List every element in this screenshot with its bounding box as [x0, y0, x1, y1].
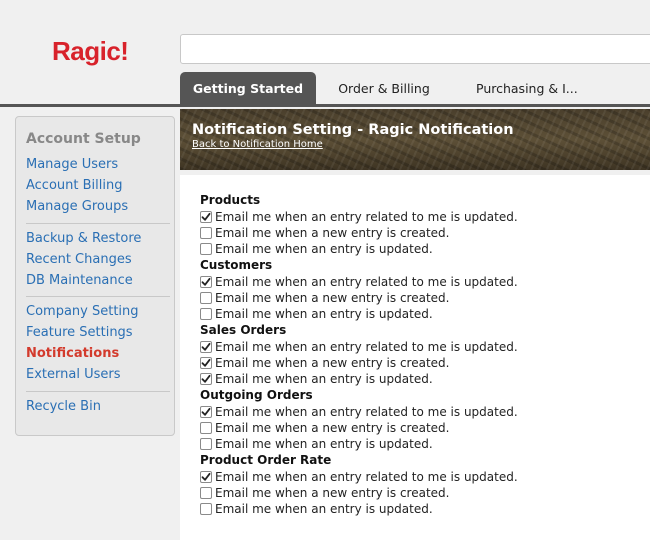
sidebar-item-account-billing[interactable]: Account Billing [26, 178, 122, 193]
top-tabs: Getting Started Order & Billing Purchasi… [180, 72, 578, 105]
notification-option-label: Email me when a new entry is created. [215, 356, 450, 370]
checked-checkbox[interactable] [200, 406, 212, 418]
sidebar-title: Account Setup [26, 131, 141, 147]
unchecked-checkbox[interactable] [200, 503, 212, 515]
section-title-sales-orders: Sales Orders [200, 323, 287, 337]
section-title-products: Products [200, 193, 261, 207]
notification-option[interactable]: Email me when an entry related to me is … [200, 209, 518, 225]
section-title-product-order-rate: Product Order Rate [200, 453, 332, 467]
notification-option[interactable]: Email me when an entry is updated. [200, 306, 433, 322]
tab-order-billing[interactable]: Order & Billing [316, 72, 452, 105]
notification-option[interactable]: Email me when an entry is updated. [200, 241, 433, 257]
notification-settings-panel: Products Email me when an entry related t… [180, 175, 650, 540]
unchecked-checkbox[interactable] [200, 487, 212, 499]
sidebar-item-external-users[interactable]: External Users [26, 367, 120, 382]
notification-option[interactable]: Email me when a new entry is created. [200, 355, 449, 371]
checked-checkbox[interactable] [200, 471, 212, 483]
tab-bar-underline [0, 104, 650, 107]
sidebar-divider [26, 223, 170, 224]
notification-option[interactable]: Email me when an entry is updated. [200, 371, 433, 387]
checked-checkbox[interactable] [200, 276, 212, 288]
page-header-banner: Notification Setting - Ragic Notificatio… [180, 109, 650, 170]
sidebar: Account Setup Manage Users Account Billi… [15, 116, 175, 436]
unchecked-checkbox[interactable] [200, 243, 212, 255]
sidebar-item-notifications[interactable]: Notifications [26, 346, 119, 361]
notification-option[interactable]: Email me when an entry related to me is … [200, 274, 518, 290]
notification-option-label: Email me when an entry related to me is … [215, 340, 518, 354]
unchecked-checkbox[interactable] [200, 438, 212, 450]
notification-option-label: Email me when an entry is updated. [215, 502, 433, 516]
sidebar-divider [26, 391, 170, 392]
checked-checkbox[interactable] [200, 357, 212, 369]
notification-option[interactable]: Email me when an entry is updated. [200, 436, 433, 452]
notification-option[interactable]: Email me when a new entry is created. [200, 225, 449, 241]
page-title: Notification Setting - Ragic Notificatio… [192, 122, 514, 138]
notification-option-label: Email me when an entry related to me is … [215, 405, 518, 419]
tab-getting-started[interactable]: Getting Started [180, 72, 316, 105]
sidebar-item-manage-groups[interactable]: Manage Groups [26, 199, 128, 214]
sidebar-divider [26, 296, 170, 297]
sidebar-item-feature-settings[interactable]: Feature Settings [26, 325, 133, 340]
sidebar-item-manage-users[interactable]: Manage Users [26, 157, 118, 172]
notification-option[interactable]: Email me when an entry related to me is … [200, 404, 518, 420]
notification-option-label: Email me when a new entry is created. [215, 291, 450, 305]
section-title-customers: Customers [200, 258, 273, 272]
notification-option[interactable]: Email me when a new entry is created. [200, 485, 449, 501]
unchecked-checkbox[interactable] [200, 422, 212, 434]
notification-option[interactable]: Email me when a new entry is created. [200, 420, 449, 436]
notification-option[interactable]: Email me when a new entry is created. [200, 290, 449, 306]
unchecked-checkbox[interactable] [200, 292, 212, 304]
notification-option-label: Email me when an entry is updated. [215, 307, 433, 321]
notification-option-label: Email me when an entry is updated. [215, 437, 433, 451]
checked-checkbox[interactable] [200, 341, 212, 353]
unchecked-checkbox[interactable] [200, 308, 212, 320]
notification-option-label: Email me when an entry related to me is … [215, 210, 518, 224]
sidebar-item-db-maintenance[interactable]: DB Maintenance [26, 273, 133, 288]
ragic-logo[interactable]: Ragic! [52, 36, 129, 67]
notification-option[interactable]: Email me when an entry is updated. [200, 501, 433, 517]
sidebar-item-backup-restore[interactable]: Backup & Restore [26, 231, 141, 246]
back-to-notification-home-link[interactable]: Back to Notification Home [192, 139, 323, 150]
sidebar-item-recent-changes[interactable]: Recent Changes [26, 252, 132, 267]
tab-purchasing[interactable]: Purchasing & I... [452, 72, 578, 105]
checked-checkbox[interactable] [200, 211, 212, 223]
notification-option-label: Email me when a new entry is created. [215, 486, 450, 500]
notification-option-label: Email me when a new entry is created. [215, 421, 450, 435]
checked-checkbox[interactable] [200, 373, 212, 385]
sidebar-item-recycle-bin[interactable]: Recycle Bin [26, 399, 101, 414]
notification-option[interactable]: Email me when an entry related to me is … [200, 469, 518, 485]
search-input[interactable] [180, 34, 650, 64]
section-title-outgoing-orders: Outgoing Orders [200, 388, 313, 402]
notification-option-label: Email me when an entry related to me is … [215, 275, 518, 289]
notification-option-label: Email me when an entry is updated. [215, 242, 433, 256]
notification-option[interactable]: Email me when an entry related to me is … [200, 339, 518, 355]
notification-option-label: Email me when a new entry is created. [215, 226, 450, 240]
sidebar-item-company-setting[interactable]: Company Setting [26, 304, 139, 319]
unchecked-checkbox[interactable] [200, 227, 212, 239]
notification-option-label: Email me when an entry is updated. [215, 372, 433, 386]
notification-option-label: Email me when an entry related to me is … [215, 470, 518, 484]
